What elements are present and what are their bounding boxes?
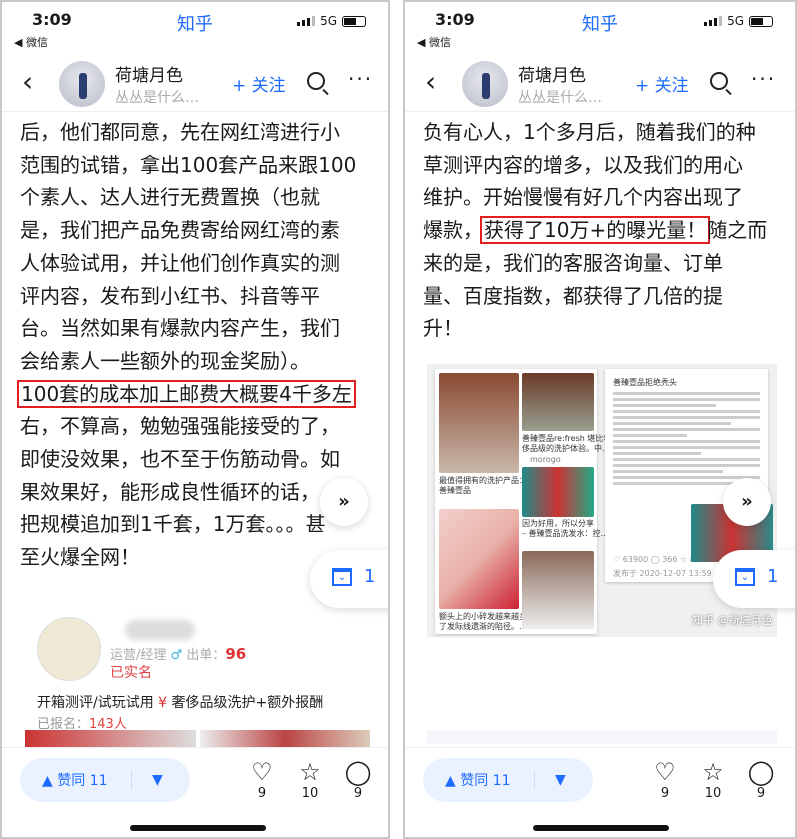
- text-line: 草测评内容的增多，以及我们的用心: [423, 152, 743, 177]
- scroll-down-icon[interactable]: »: [320, 478, 368, 526]
- text-line: 评内容，发布到小红书、抖音等平: [20, 283, 320, 308]
- battery-icon: [749, 15, 773, 27]
- text-line: 后，他们都同意，先在网红湾进行小: [20, 120, 340, 144]
- status-icons: 5G: [297, 14, 366, 28]
- collection-count: 1: [364, 566, 376, 587]
- text-line: 范围的试错，拿出100套产品来跟100: [20, 152, 357, 177]
- heart-icon: ♡: [251, 758, 273, 786]
- back-icon[interactable]: ‹: [425, 65, 436, 98]
- back-to-wechat[interactable]: ◀ 微信: [417, 34, 451, 50]
- downvote-button[interactable]: ▼: [535, 772, 566, 788]
- collection-icon: ⌄: [332, 568, 352, 586]
- follow-button[interactable]: + 关注: [635, 71, 689, 96]
- text-line: 即使没效果，也不至于伤筋动骨。如: [20, 447, 340, 472]
- star-icon: ☆: [299, 758, 321, 786]
- verified-badge: 已实名: [110, 665, 152, 681]
- text-line: 右，不算高，勉勉强强能接受的了，: [20, 414, 340, 439]
- scroll-down-icon[interactable]: »: [723, 478, 771, 526]
- like-button[interactable]: ♡ 9: [247, 758, 277, 801]
- star-icon: ☆: [702, 758, 724, 786]
- comment-icon: ◯: [747, 758, 775, 786]
- upvote-button[interactable]: ▲ 赞同 11: [423, 770, 535, 790]
- back-to-wechat[interactable]: ◀ 微信: [14, 34, 48, 50]
- home-indicator[interactable]: [130, 825, 266, 831]
- follow-button[interactable]: + 关注: [232, 71, 286, 96]
- more-icon[interactable]: ···: [751, 67, 776, 91]
- signal-icon: [704, 16, 723, 26]
- comment-button[interactable]: ◯ 9: [343, 758, 373, 801]
- author-avatar[interactable]: [462, 61, 508, 107]
- publisher-avatar: [37, 617, 101, 681]
- text-line: 是，我们把产品免费寄给网红湾的素: [20, 218, 340, 243]
- upvote-button[interactable]: ▲ 赞同 11: [20, 770, 132, 790]
- text-line: 至火爆全网！: [20, 545, 140, 570]
- task-title: 开箱测评/试玩试用 ¥ 奢侈品级洗护+额外报酬: [37, 695, 324, 711]
- author-avatar[interactable]: [59, 61, 105, 107]
- highlighted-text: 100套的成本加上邮费大概要4千多左: [17, 379, 356, 408]
- collection-count: 1: [767, 566, 779, 587]
- battery-icon: [342, 15, 366, 27]
- favorite-button[interactable]: ☆ 10: [295, 758, 325, 801]
- text-line: 会给素人一些额外的现金奖励）。: [20, 348, 310, 373]
- author-subtitle: 丛丛是什么…: [115, 90, 199, 106]
- comment-button[interactable]: ◯ 9: [746, 758, 776, 801]
- bottom-action-bar: ▲ 赞同 11 ▼ ♡ 9 ☆ 10 ◯ 9: [405, 747, 795, 837]
- downvote-button[interactable]: ▼: [132, 772, 163, 788]
- male-icon: ♂: [170, 648, 183, 663]
- phone-screen-right: 3:09 ◀ 微信 知乎 5G ‹ 荷塘月色 丛丛是什么… + 关注 ··· 负…: [403, 0, 797, 839]
- text-line: 果效果好，能形成良性循环的话，: [20, 479, 320, 504]
- more-icon[interactable]: ···: [348, 67, 373, 91]
- article-header: ‹ 荷塘月色 丛丛是什么… + 关注 ···: [405, 57, 795, 112]
- vote-pill: ▲ 赞同 11 ▼: [20, 758, 190, 802]
- text-line: 个素人、达人进行无费置换（也就: [20, 185, 320, 210]
- highlighted-text: 获得了10万+的曝光量！: [480, 216, 711, 245]
- status-icons: 5G: [704, 14, 773, 28]
- text-line: 爆款，获得了10万+的曝光量！随之而: [423, 216, 768, 245]
- author-name[interactable]: 荷塘月色: [518, 61, 586, 86]
- search-icon[interactable]: [710, 72, 728, 90]
- author-name[interactable]: 荷塘月色: [115, 61, 183, 86]
- text-line: 升！: [423, 316, 463, 341]
- like-button[interactable]: ♡ 9: [650, 758, 680, 801]
- author-subtitle: 丛丛是什么…: [518, 90, 602, 106]
- article-header: ‹ 荷塘月色 丛丛是什么… + 关注 ···: [2, 57, 388, 112]
- text-line: 来的是，我们的客服咨询量、订单: [423, 250, 723, 275]
- bottom-action-bar: ▲ 赞同 11 ▼ ♡ 9 ☆ 10 ◯ 9: [2, 747, 388, 837]
- network-label: 5G: [320, 14, 337, 28]
- publisher-role: 运营/经理 ♂ 出单：96: [110, 645, 247, 663]
- article-body: 后，他们都同意，先在网红湾进行小 范围的试错，拿出100套产品来跟100 个素人…: [17, 116, 357, 574]
- text-line: 维护。开始慢慢有好几个内容出现了: [423, 185, 743, 210]
- text-line: 负有心人，1个多月后，随着我们的种: [423, 120, 756, 144]
- text-line: 把规模追加到1千套，1万套。。。甚: [20, 512, 326, 537]
- image-strip: [427, 730, 777, 744]
- collection-button[interactable]: ⌄ 1: [713, 550, 795, 608]
- phone-screen-left: 3:09 ◀ 微信 知乎 5G ‹ 荷塘月色 丛丛是什么… + 关注 ··· 后…: [0, 0, 390, 839]
- vote-pill: ▲ 赞同 11 ▼: [423, 758, 593, 802]
- collection-icon: ⌄: [735, 568, 755, 586]
- text-line: 人体验试用，并让他们创作真实的测: [20, 250, 340, 275]
- text-line: 量、百度指数，都获得了几倍的提: [423, 283, 723, 308]
- blurred-name: [125, 620, 195, 640]
- network-label: 5G: [727, 14, 744, 28]
- favorite-button[interactable]: ☆ 10: [698, 758, 728, 801]
- signal-icon: [297, 16, 316, 26]
- collection-button[interactable]: ⌄ 1: [310, 550, 388, 608]
- back-icon[interactable]: ‹: [22, 65, 33, 98]
- heart-icon: ♡: [654, 758, 676, 786]
- home-indicator[interactable]: [533, 825, 669, 831]
- text-line: 台。当然如果有爆款内容产生，我们: [20, 316, 340, 341]
- watermark: 知乎 @荷塘月色: [692, 614, 773, 627]
- comment-icon: ◯: [344, 758, 372, 786]
- feed-collage: 最值得拥有的洗护产品： 善臻壹品 额头上的小碎发越来越多 了发际线遗渐的陷径。……: [435, 369, 611, 634]
- search-icon[interactable]: [307, 72, 325, 90]
- article-body: 负有心人，1个多月后，随着我们的种 草测评内容的增多，以及我们的用心 维护。开始…: [423, 116, 767, 345]
